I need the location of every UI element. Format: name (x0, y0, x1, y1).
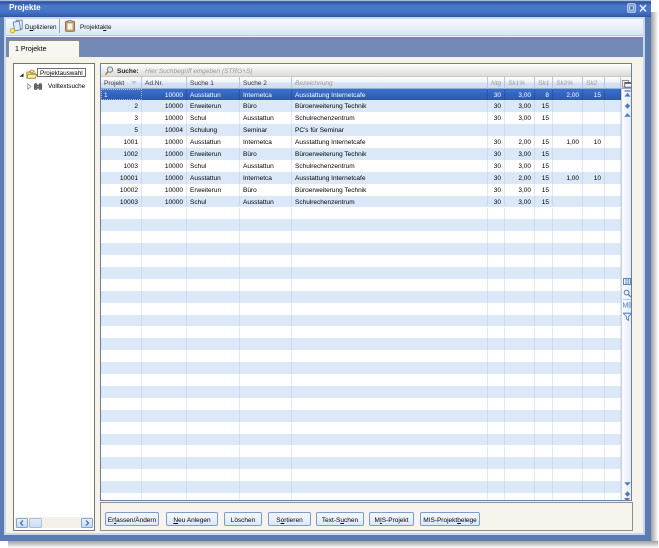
svg-text:M: M (623, 303, 629, 310)
